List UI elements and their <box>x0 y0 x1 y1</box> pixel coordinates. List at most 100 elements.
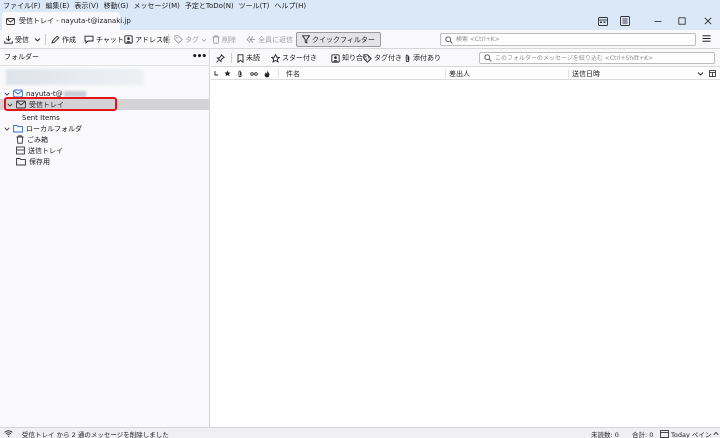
folder-item-local-folders[interactable]: ローカルフォルダ <box>4 123 82 134</box>
sort-direction-indicator[interactable] <box>697 67 704 80</box>
chevron-up-icon <box>713 431 719 436</box>
chat-icon <box>84 35 96 44</box>
menu-go[interactable]: 移動(G) <box>104 1 129 11</box>
delete-button[interactable]: 削除 <box>212 33 236 46</box>
filter-icon <box>302 35 312 44</box>
folder-item-archive[interactable]: 保存用 <box>16 156 50 167</box>
title-bar: 受信トレイ - nayuta-t@izanaki.jp <box>0 12 720 30</box>
global-search-box[interactable] <box>440 33 696 46</box>
mail-tab-icon <box>6 17 15 26</box>
get-mail-dropdown[interactable] <box>34 33 43 46</box>
wifi-icon <box>4 430 13 437</box>
account-summary-blurred <box>6 69 144 85</box>
app-menu-button[interactable] <box>702 34 711 43</box>
more-options-icon: ••• <box>191 52 207 62</box>
folder-label: ローカルフォルダ <box>26 124 82 133</box>
filter-unread-button[interactable]: 未読 <box>237 53 260 63</box>
address-book-icon <box>124 35 135 44</box>
menu-tools[interactable]: ツール(T) <box>239 1 270 11</box>
hamburger-menu-icon <box>702 34 711 43</box>
column-attachment[interactable] <box>237 67 243 80</box>
minimize-button[interactable] <box>646 12 670 30</box>
menu-view[interactable]: 表示(V) <box>74 1 98 11</box>
menu-message[interactable]: メッセージ(M) <box>134 1 180 11</box>
tag-icon <box>174 35 185 44</box>
toolbar-divider <box>168 34 169 45</box>
menu-events-tasks[interactable]: 予定とToDo(N) <box>185 1 234 11</box>
filter-divider <box>231 53 232 63</box>
today-pane-toggle[interactable]: Today ペイン <box>660 429 719 438</box>
column-picker-button[interactable] <box>709 67 716 80</box>
filter-attachment-button[interactable]: 添付あり <box>404 53 441 63</box>
calendar-tab-icon[interactable] <box>598 16 608 26</box>
trash-icon <box>16 135 27 144</box>
column-date[interactable]: 送信日時 <box>572 67 600 80</box>
folder-pane: フォルダー ••• nayuta-t@ 受信トレイ Sent Items ローカ… <box>0 49 210 427</box>
reply-all-button[interactable]: 全員に返信 <box>246 33 293 46</box>
column-read-status[interactable] <box>250 67 258 80</box>
chevron-down-icon <box>4 126 13 132</box>
message-list[interactable] <box>211 80 720 427</box>
main-toolbar: 受信 作成 チャット アドレス帳 タグ 削除 全員に返信 クイックフィルター <box>0 30 720 49</box>
online-status-icon-wrapper[interactable] <box>4 429 13 438</box>
tag-icon <box>363 53 374 63</box>
folder-pane-menu-button[interactable]: ••• <box>191 52 207 62</box>
column-picker-icon <box>709 70 716 77</box>
folder-label: 送信トレイ <box>28 146 63 155</box>
column-divider <box>278 69 279 78</box>
filter-search-input[interactable] <box>495 54 709 62</box>
folder-item-trash[interactable]: ごみ箱 <box>16 134 48 145</box>
column-junk[interactable] <box>264 67 270 80</box>
tab-inbox[interactable]: 受信トレイ - nayuta-t@izanaki.jp <box>2 12 131 30</box>
paperclip-icon <box>237 70 243 78</box>
column-sender[interactable]: 差出人 <box>449 67 470 80</box>
folder-item-sent[interactable]: Sent Items <box>22 112 60 123</box>
reply-all-icon <box>246 35 258 44</box>
paperclip-icon <box>404 54 413 63</box>
column-subject[interactable]: 件名 <box>286 67 300 80</box>
unread-count: 未読数: 0 <box>591 430 619 438</box>
folder-label: 保存用 <box>29 157 50 166</box>
folder-item-outbox[interactable]: 送信トレイ <box>16 145 63 156</box>
maximize-button[interactable] <box>670 12 694 30</box>
column-starred[interactable] <box>224 67 231 80</box>
star-icon <box>224 70 231 77</box>
folder-pane-header: フォルダー <box>0 49 210 66</box>
menu-help[interactable]: ヘルプ(H) <box>274 1 306 11</box>
menu-file[interactable]: ファイル(F) <box>3 1 41 11</box>
folder-icon <box>16 157 29 166</box>
folder-label: ごみ箱 <box>27 135 48 144</box>
inbox-highlight-annotation <box>4 97 117 111</box>
column-divider <box>568 69 569 78</box>
tag-button[interactable]: タグ <box>174 33 209 46</box>
chevron-down-icon <box>201 37 209 43</box>
total-count: 合計: 0 <box>632 430 654 438</box>
folder-pane-title: フォルダー <box>4 53 39 61</box>
sticky-filter-button[interactable] <box>216 53 227 63</box>
write-button[interactable]: 作成 <box>51 33 76 46</box>
menu-edit[interactable]: 編集(E) <box>46 1 70 11</box>
folder-label: Sent Items <box>22 113 60 122</box>
trash-icon <box>212 35 222 44</box>
download-icon <box>4 35 15 44</box>
search-icon <box>484 54 492 62</box>
toolbar-divider <box>45 34 46 45</box>
tasks-tab-icon[interactable] <box>620 16 630 26</box>
bookmark-icon <box>237 53 246 63</box>
filter-tagged-button[interactable]: タグ付き <box>363 53 402 63</box>
get-mail-button[interactable]: 受信 <box>4 33 29 46</box>
message-list-header: 件名 差出人 送信日時 <box>211 67 720 80</box>
filter-starred-button[interactable]: スター付き <box>271 53 317 63</box>
global-search-input[interactable] <box>456 36 686 43</box>
address-book-button[interactable]: アドレス帳 <box>124 33 170 46</box>
outbox-icon <box>16 146 28 155</box>
close-window-button[interactable] <box>696 12 720 30</box>
chevron-down-icon <box>4 91 13 97</box>
column-thread[interactable] <box>214 67 219 80</box>
menu-bar: ファイル(F) 編集(E) 表示(V) 移動(G) メッセージ(M) 予定とTo… <box>0 0 720 12</box>
chat-button[interactable]: チャット <box>84 33 124 46</box>
star-icon <box>271 53 282 63</box>
filter-search-box[interactable] <box>479 52 715 64</box>
contact-icon <box>331 53 342 63</box>
quick-filter-button[interactable]: クイックフィルター <box>296 32 381 47</box>
